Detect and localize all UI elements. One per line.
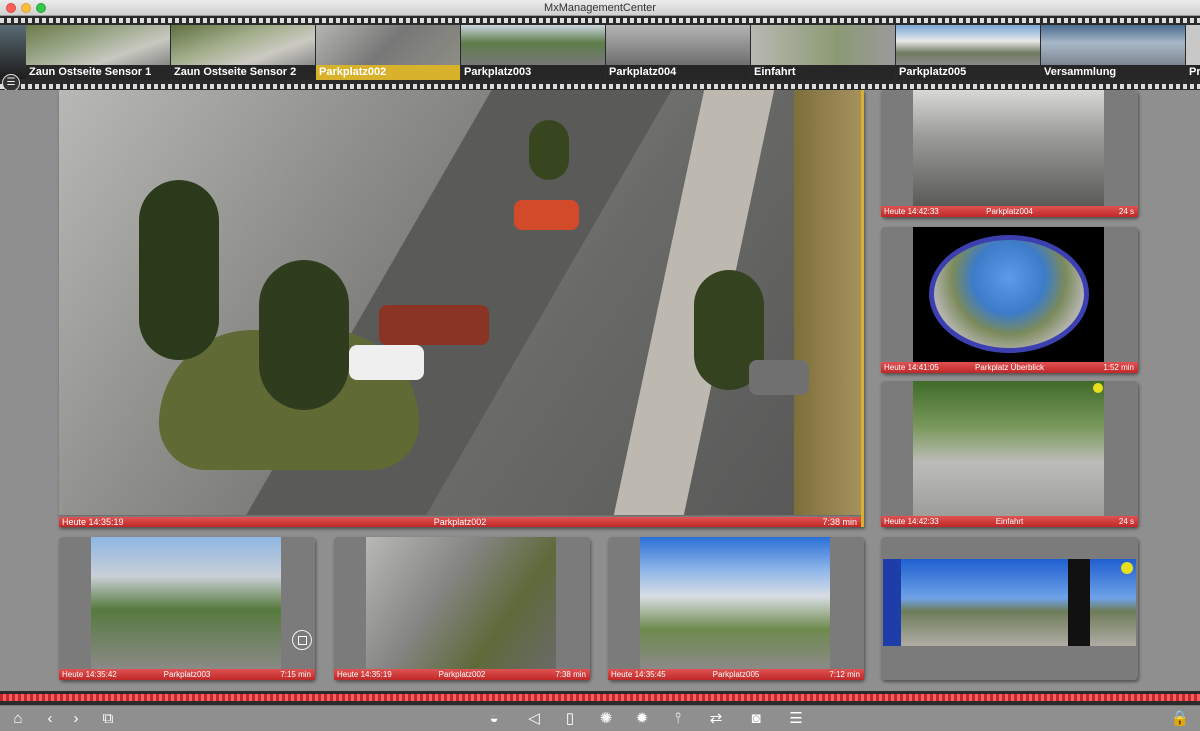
camera-name: Einfahrt bbox=[995, 517, 1024, 526]
fullscreen-icon[interactable] bbox=[292, 630, 312, 650]
filmstrip-item[interactable]: Parkplatz003 bbox=[461, 25, 605, 80]
camera-image bbox=[913, 227, 1104, 362]
main-camera-view[interactable]: Heute 14:35:19 Parkplatz002 7:38 min bbox=[59, 90, 864, 527]
camera-status-bar: Heute 14:42:33 Einfahrt 24 s bbox=[881, 516, 1138, 527]
lock-icon[interactable]: 🔒 bbox=[1170, 710, 1190, 728]
switch-icon[interactable]: ⇄ bbox=[706, 710, 726, 728]
camera-image bbox=[640, 537, 830, 669]
camera-image bbox=[913, 90, 1104, 206]
filmstrip-item[interactable]: Zaun Ostseite Sensor 2 bbox=[171, 25, 315, 80]
filmstrip-item[interactable]: Parkplatz004 bbox=[606, 25, 750, 80]
camera-image bbox=[883, 559, 1136, 646]
camera-status-bar: Heute 14:35:42 Parkplatz003 7:15 min bbox=[59, 669, 315, 680]
light-on-icon[interactable]: ✺ bbox=[596, 710, 616, 728]
filmstrip-item-label: Zaun Ostseite Sensor 1 bbox=[26, 65, 170, 80]
list-icon[interactable]: ☰ bbox=[786, 710, 806, 728]
filmstrip-item[interactable]: Einfahrt bbox=[751, 25, 895, 80]
door-icon[interactable]: ▯ bbox=[560, 710, 580, 728]
camera-name: Parkplatz002 bbox=[438, 670, 486, 679]
bottom-toolbar: ⌂ ‹ › ⧉ ◒ ◁ ▯ ✺ ✹ ⫯ ⇄ ◙ ☰ 🔒 bbox=[0, 705, 1200, 731]
camera-status-bar: Heute 14:42:33 Parkplatz004 24 s bbox=[881, 206, 1138, 217]
camera-grid: Heute 14:35:19 Parkplatz002 7:38 min Heu… bbox=[0, 90, 1200, 691]
camera-status-bar: Heute 14:35:19 Parkplatz002 7:38 min bbox=[334, 669, 590, 680]
camera-image bbox=[59, 90, 861, 516]
camera-filmstrip[interactable]: Zaun Ostseite Sensor 1 Zaun Ostseite Sen… bbox=[0, 16, 1200, 90]
camera-name: Parkplatz Überblick bbox=[975, 363, 1044, 372]
back-icon[interactable]: ‹ bbox=[40, 710, 60, 728]
filmstrip-item-label: Einfahrt bbox=[751, 65, 895, 80]
filmstrip-perforation-top bbox=[0, 18, 1200, 23]
filmstrip-item[interactable]: Pr bbox=[1186, 25, 1200, 80]
camera-age: 24 s bbox=[1118, 517, 1134, 526]
camera-age: 7:38 min bbox=[555, 670, 586, 679]
light-off-icon[interactable]: ✹ bbox=[632, 710, 652, 728]
filmstrip-perforation-bottom bbox=[0, 84, 1200, 89]
filmstrip-item-label: Zaun Ostseite Sensor 2 bbox=[171, 65, 315, 80]
filmstrip-item[interactable]: Versammlung bbox=[1041, 25, 1185, 80]
camera-age: 7:15 min bbox=[280, 670, 311, 679]
camera-age: 24 s bbox=[1118, 207, 1134, 216]
filmstrip-item-label: Versammlung bbox=[1041, 65, 1185, 80]
filmstrip-item-label: Parkplatz004 bbox=[606, 65, 750, 80]
filmstrip-item-label: Pr bbox=[1186, 65, 1200, 80]
window-titlebar: MxManagementCenter bbox=[0, 0, 1200, 16]
camera-tile[interactable]: Heute 14:35:42 Parkplatz003 7:15 min bbox=[59, 537, 315, 680]
camera-status-bar: Heute 14:41:05 Parkplatz Überblick 1:52 … bbox=[881, 362, 1138, 373]
layout-icon[interactable]: ⧉ bbox=[98, 710, 118, 728]
bottom-divider[interactable] bbox=[0, 691, 1200, 705]
camera-age: 7:38 min bbox=[822, 517, 857, 527]
speaker-icon[interactable]: ◁ bbox=[524, 710, 544, 728]
filmstrip-item-label: Parkplatz005 bbox=[896, 65, 1040, 80]
filmstrip-item[interactable]: Zaun Ostseite Sensor 1 bbox=[26, 25, 170, 80]
status-indicator-icon bbox=[1093, 383, 1103, 393]
camera-tile[interactable] bbox=[881, 537, 1138, 680]
window-title: MxManagementCenter bbox=[544, 2, 656, 14]
filmstrip-item[interactable]: Parkplatz005 bbox=[896, 25, 1040, 80]
dome-camera-icon[interactable]: ◒ bbox=[484, 710, 504, 728]
camera-name: Parkplatz003 bbox=[163, 670, 211, 679]
camera-status-bar: Heute 14:35:45 Parkplatz005 7:12 min bbox=[608, 669, 864, 680]
camera-tile[interactable]: Heute 14:35:19 Parkplatz002 7:38 min bbox=[334, 537, 590, 680]
camera-image bbox=[366, 537, 556, 669]
home-icon[interactable]: ⌂ bbox=[8, 710, 28, 728]
camera-image bbox=[91, 537, 281, 669]
camera-tile[interactable]: Heute 14:41:05 Parkplatz Überblick 1:52 … bbox=[881, 227, 1138, 373]
filmstrip-item-active[interactable]: Parkplatz002 bbox=[316, 25, 460, 80]
camera-tile[interactable]: Heute 14:42:33 Einfahrt 24 s bbox=[881, 381, 1138, 527]
camera-tile[interactable]: Heute 14:42:33 Parkplatz004 24 s bbox=[881, 90, 1138, 217]
camera-status-bar: Heute 14:35:19 Parkplatz002 7:38 min bbox=[59, 517, 861, 527]
camera-age: 1:52 min bbox=[1103, 363, 1134, 372]
camera-name: Parkplatz005 bbox=[712, 670, 760, 679]
camera-name: Parkplatz002 bbox=[433, 517, 487, 527]
status-indicator-icon bbox=[1121, 562, 1133, 574]
filmstrip-partial-thumbnail[interactable] bbox=[0, 25, 26, 79]
thermometer-icon[interactable]: ⫯ bbox=[668, 710, 688, 728]
camera-tile[interactable]: Heute 14:35:45 Parkplatz005 7:12 min bbox=[608, 537, 864, 680]
camera-name: Parkplatz004 bbox=[986, 207, 1033, 216]
forward-icon[interactable]: › bbox=[66, 710, 86, 728]
camera-image bbox=[913, 381, 1104, 516]
snapshot-icon[interactable]: ◙ bbox=[746, 710, 766, 728]
camera-age: 7:12 min bbox=[829, 670, 860, 679]
filmstrip-item-label: Parkplatz002 bbox=[316, 65, 460, 80]
filmstrip-item-label: Parkplatz003 bbox=[461, 65, 605, 80]
